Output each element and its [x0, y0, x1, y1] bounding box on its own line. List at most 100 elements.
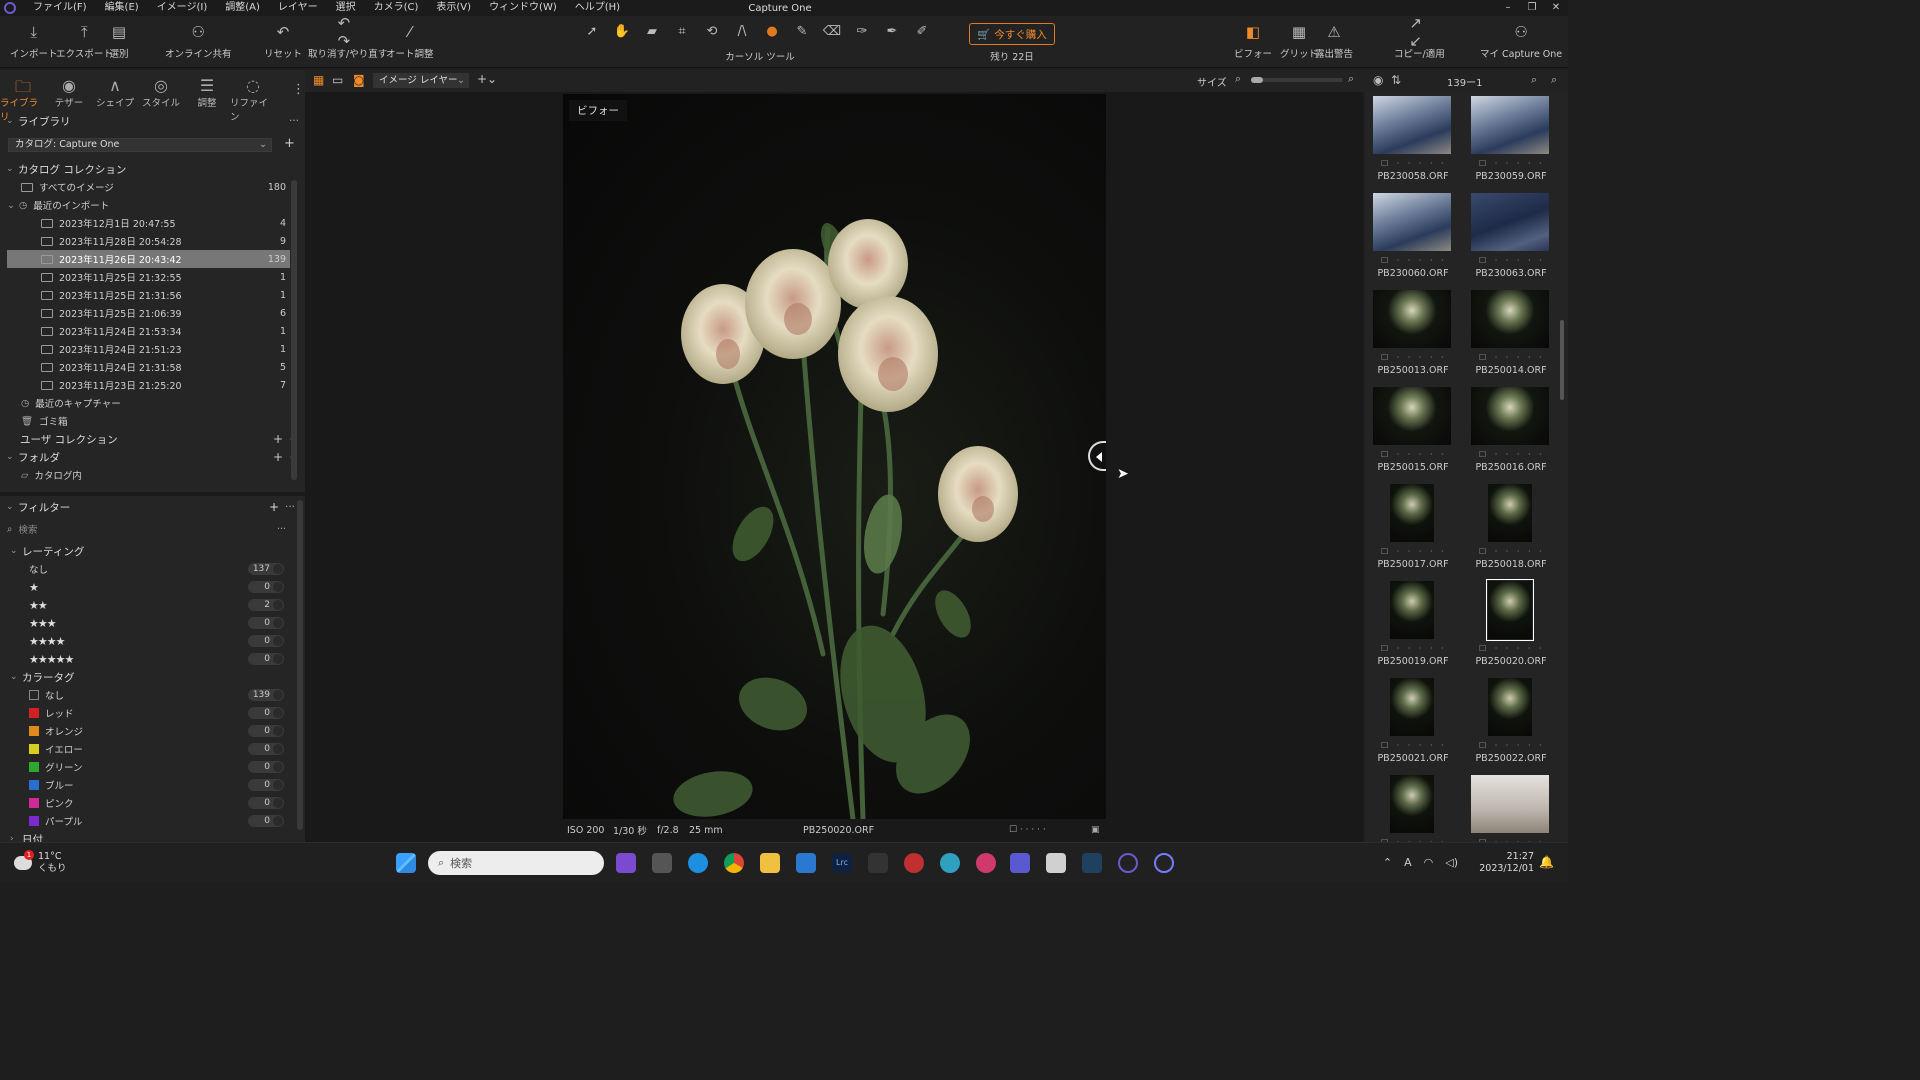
tab-camera[interactable]: ◉ テザー [46, 70, 92, 112]
menu-item[interactable]: イメージ(I) [148, 0, 217, 16]
more-options-icon[interactable]: ⋮ [292, 82, 305, 97]
rating-dots[interactable]: ☐ · · · · · [1479, 644, 1545, 653]
grid-button[interactable]: ▦ グリッド [1280, 22, 1318, 60]
restore-button[interactable]: ❐ [1520, 0, 1544, 16]
eraser-tool-icon[interactable]: ⌫ [820, 24, 844, 39]
app-icon[interactable] [940, 853, 960, 873]
menu-item[interactable]: ウィンドウ(W) [480, 0, 566, 16]
import-item[interactable]: 2023年11月24日 21:31:58 5 [7, 358, 290, 376]
file-explorer-icon[interactable] [760, 853, 780, 873]
capture-one-active-icon[interactable] [1154, 853, 1174, 873]
healing-tool-icon[interactable]: ✑ [850, 24, 874, 39]
rating-header[interactable]: ⌄ レーティング [0, 542, 305, 560]
rating-dots[interactable]: ☐ · · · · · [1381, 353, 1447, 362]
color-tag-header[interactable]: ⌄ カラータグ [0, 668, 305, 686]
pointer-tool-icon[interactable]: ➚ [580, 24, 604, 39]
menu-item[interactable]: ヘルプ(H) [566, 0, 629, 16]
thumbnail-item[interactable]: ☐ · · · · · PB250020.ORF [1467, 578, 1555, 675]
thumbnail-item[interactable]: ☐ · · · · · PB230063.ORF [1467, 190, 1555, 287]
thumbnail-item[interactable]: ☐ · · · · · PB250019.ORF [1369, 578, 1457, 675]
panel-divider[interactable] [0, 492, 305, 496]
import-button[interactable]: ⤓ インポート [10, 22, 58, 60]
rating-dots[interactable]: ☐ · · · · · [1381, 450, 1447, 459]
rating-dots[interactable]: ☐ · · · · · [1381, 256, 1447, 265]
thumbnail-item[interactable]: ☐ · · · · · PB230060.ORF [1369, 190, 1457, 287]
add-filter-icon[interactable]: + [269, 500, 279, 514]
metadata-icon[interactable]: ▣ [1091, 825, 1100, 835]
menu-item[interactable]: ファイル(F) [24, 0, 96, 16]
clone-tool-icon[interactable]: ✒ [880, 24, 904, 39]
windows-start-icon[interactable] [396, 853, 416, 873]
thumbnail-item[interactable]: ☐ · · · · · [1369, 772, 1457, 842]
add-icon[interactable]: + [273, 432, 283, 446]
import-item[interactable]: 2023年11月24日 21:53:34 1 [7, 322, 290, 340]
teams-icon[interactable] [1010, 853, 1030, 873]
undo-redo-button[interactable]: ↶ ↷ 取り消す/やり直す [308, 14, 387, 60]
thumbnail-item[interactable]: ☐ · · · · · PB250014.ORF [1467, 287, 1555, 384]
recent-imports-item[interactable]: ⌄ ◷ 最近のインポート [7, 196, 290, 214]
rating-dots[interactable]: ☐ · · · · · [1381, 741, 1447, 750]
color-tag-filter-item[interactable]: オレンジ 0 [7, 722, 290, 740]
app-icon[interactable] [904, 853, 924, 873]
eye-icon[interactable]: ◉ [1373, 73, 1383, 87]
store-icon[interactable] [796, 853, 816, 873]
thumbnail-item[interactable]: ☐ · · · · · PB250015.ORF [1369, 384, 1457, 481]
color-tag-filter-item[interactable]: パープル 0 [7, 812, 290, 830]
ime-indicator[interactable]: A [1404, 856, 1412, 869]
catalog-select[interactable]: カタログ: Capture One ⌄ [8, 138, 272, 152]
color-tag-filter-item[interactable]: レッド 0 [7, 704, 290, 722]
reset-button[interactable]: ↶ リセット [264, 22, 302, 60]
import-item[interactable]: 2023年11月25日 21:31:56 1 [7, 286, 290, 304]
rating-dots[interactable]: ☐ · · · · · [1479, 159, 1545, 168]
color-picker-icon[interactable]: ● [760, 24, 784, 39]
chrome-icon[interactable] [724, 853, 744, 873]
thumbnail-item[interactable]: ☐ · · · · · PB250021.ORF [1369, 675, 1457, 772]
rating-filter-item[interactable]: なし 137 [7, 560, 290, 578]
color-tag-filter-item[interactable]: ブルー 0 [7, 776, 290, 794]
color-tag-filter-item[interactable]: グリーン 0 [7, 758, 290, 776]
single-view-icon[interactable]: ▭ [332, 73, 343, 87]
snipping-tool-icon[interactable] [1046, 853, 1066, 873]
import-item[interactable]: 2023年11月26日 20:43:42 139 [7, 250, 290, 268]
rating-filter-item[interactable]: ★ 0 [7, 578, 290, 596]
rating-dots[interactable]: ☐ · · · · · [1479, 353, 1545, 362]
menu-item[interactable]: 編集(E) [96, 0, 148, 16]
thumbnail-item[interactable]: ☐ · · · · · PB250018.ORF [1467, 481, 1555, 578]
stamp-tool-icon[interactable]: ▰ [640, 24, 664, 39]
in-catalog-item[interactable]: ▱ カタログ内 [7, 466, 290, 484]
menu-item[interactable]: レイヤー [269, 0, 327, 16]
thumbnail-item[interactable]: ☐ · · · · · [1467, 772, 1555, 842]
grid-view-icon[interactable]: ▦ [313, 73, 324, 87]
color-tag-filter-item[interactable]: なし 139 [7, 686, 290, 704]
rating-dots[interactable]: ☐ · · · · · [1381, 644, 1447, 653]
music-icon[interactable] [976, 853, 996, 873]
filter-search[interactable]: ⌕ 検索 ··· [7, 520, 290, 538]
system-clock[interactable]: 21:27 2023/12/01 [1479, 851, 1534, 875]
brush-tool-icon[interactable]: ✎ [790, 24, 814, 39]
tab-style[interactable]: ◎ スタイル [138, 70, 184, 112]
task-view-icon[interactable] [652, 853, 672, 873]
my-capture-one-button[interactable]: ⚇ マイ Capture One [1480, 22, 1562, 60]
add-layer-icon[interactable]: +⌄ [477, 72, 497, 86]
add-icon[interactable]: + [273, 450, 283, 464]
search-icon[interactable]: ⌕ [1551, 73, 1557, 87]
more-icon[interactable]: ··· [277, 524, 286, 535]
lightroom-classic-icon[interactable]: Lrc [832, 853, 852, 873]
copy-apply-button[interactable]: ↗ ↙ コピー/適用 [1394, 14, 1445, 60]
edge-icon[interactable] [688, 853, 708, 873]
more-icon[interactable]: ··· [289, 115, 299, 127]
before-button[interactable]: ◧ ビフォー [1234, 22, 1272, 60]
auto-adjust-button[interactable]: ⁄ オート調整 [386, 22, 434, 60]
zoom-in-icon[interactable]: ⌕ [1348, 72, 1354, 86]
thumbnail-item[interactable]: ☐ · · · · · PB250017.ORF [1369, 481, 1457, 578]
user-collections-header[interactable]: ユーザ コレクション + – [0, 430, 305, 448]
thumbnail-item[interactable]: ☐ · · · · · PB230059.ORF [1467, 93, 1555, 190]
rating-filter-item[interactable]: ★★ 2 [7, 596, 290, 614]
weather-widget[interactable]: 1 11°C くもり [14, 850, 67, 875]
buy-now-button[interactable]: 🛒 今すぐ購入 [969, 23, 1055, 45]
rotate-tool-icon[interactable]: ⟲ [700, 24, 724, 39]
rating-filter-item[interactable]: ★★★ 0 [7, 614, 290, 632]
size-slider[interactable] [1251, 77, 1343, 83]
import-item[interactable]: 2023年11月28日 20:54:28 9 [7, 232, 290, 250]
thumbnail-item[interactable]: ☐ · · · · · PB250013.ORF [1369, 287, 1457, 384]
